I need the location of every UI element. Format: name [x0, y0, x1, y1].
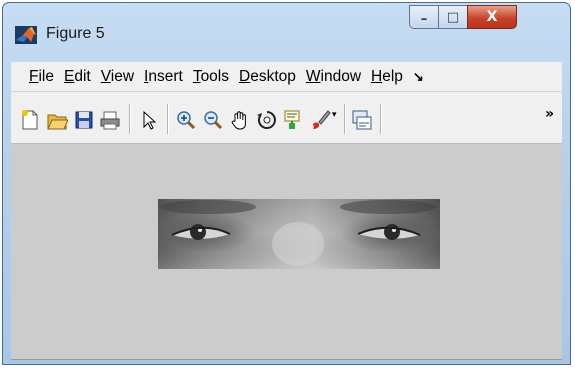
pointer-icon[interactable] — [138, 109, 160, 131]
menu-insert[interactable]: Insert — [143, 68, 184, 86]
close-button[interactable]: X — [467, 5, 517, 29]
window-title: Figure 5 — [46, 25, 105, 42]
maximize-button[interactable]: □ — [438, 5, 468, 29]
save-icon[interactable] — [73, 109, 95, 131]
new-figure-icon[interactable] — [19, 109, 41, 131]
toolbar-overflow-icon[interactable]: » — [545, 106, 554, 122]
figure-toolbar: ▾ » — [11, 92, 562, 144]
matlab-logo-icon — [15, 26, 37, 44]
menu-overflow-icon[interactable]: ↘ — [413, 69, 424, 85]
menu-tools[interactable]: Tools — [192, 68, 230, 86]
toolbar-separator — [167, 104, 169, 134]
close-icon: X — [486, 9, 498, 25]
menu-desktop[interactable]: Desktop — [238, 68, 297, 86]
print-icon[interactable] — [99, 109, 121, 131]
zoom-in-icon[interactable] — [175, 109, 197, 131]
menu-help[interactable]: Help — [370, 68, 404, 86]
title-bar[interactable]: Figure 5 – □ X — [3, 3, 570, 59]
data-cursor-icon[interactable] — [282, 109, 304, 131]
brush-dropdown-icon[interactable]: ▾ — [332, 110, 337, 120]
figure-window: Figure 5 – □ X File Edit View Insert Too… — [2, 2, 571, 365]
menu-view[interactable]: View — [100, 68, 135, 86]
open-file-icon[interactable] — [46, 109, 68, 131]
zoom-out-icon[interactable] — [202, 109, 224, 131]
link-plot-icon[interactable] — [351, 109, 373, 131]
rotate-3d-icon[interactable] — [256, 109, 278, 131]
menu-window[interactable]: Window — [305, 68, 362, 86]
pan-hand-icon[interactable] — [229, 109, 251, 131]
menu-bar: File Edit View Insert Tools Desktop Wind… — [11, 62, 562, 92]
menu-edit[interactable]: Edit — [63, 68, 92, 86]
eye-region-image — [158, 199, 440, 269]
figure-canvas — [11, 144, 562, 360]
minimize-icon: – — [420, 11, 428, 27]
brush-icon[interactable] — [309, 109, 331, 131]
minimize-button[interactable]: – — [409, 5, 439, 29]
menu-file[interactable]: File — [28, 68, 55, 86]
toolbar-separator — [344, 104, 346, 134]
toolbar-separator — [380, 104, 382, 134]
maximize-icon: □ — [446, 9, 460, 25]
toolbar-separator — [129, 104, 131, 134]
